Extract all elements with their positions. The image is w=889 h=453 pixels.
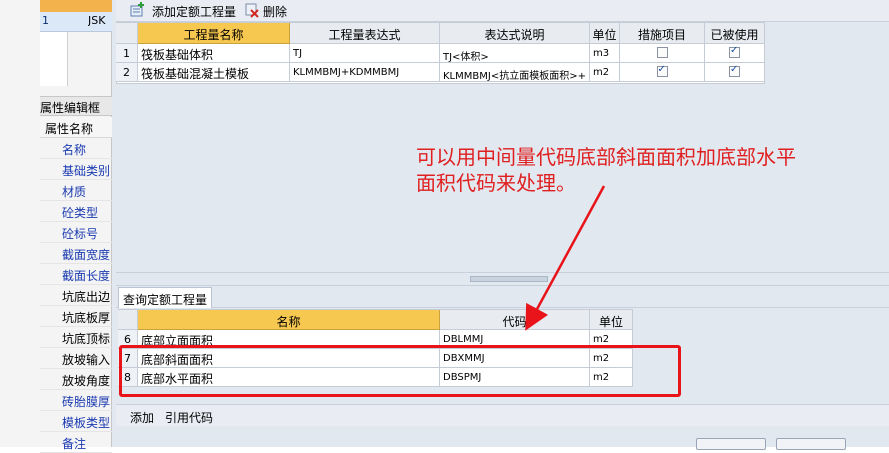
property-item[interactable]: 放坡输入 bbox=[40, 348, 112, 369]
top-grid-cell-measure bbox=[620, 63, 705, 82]
left-grid-row-value[interactable]: JSK bbox=[88, 14, 114, 30]
add-quota-quantity-button[interactable]: 添加定额工程量 bbox=[128, 2, 238, 19]
top-grid-cell-name[interactable]: 筏板基础混凝土模板 bbox=[138, 63, 290, 82]
top-grid-corner bbox=[116, 23, 138, 44]
top-grid-header[interactable]: 表达式说明 bbox=[440, 23, 590, 44]
add-button[interactable]: 添加 bbox=[130, 409, 158, 425]
top-grid-cell-desc[interactable]: KLMMBMJ<抗立面模板面积>+ bbox=[440, 63, 590, 82]
dialog-footer bbox=[116, 426, 889, 447]
property-item[interactable]: 截面宽度 bbox=[40, 243, 112, 264]
top-grid-header[interactable]: 单位 bbox=[590, 23, 620, 44]
top-grid-cell-measure bbox=[620, 44, 705, 63]
property-item[interactable]: 坑底出边 bbox=[40, 285, 112, 306]
delete-button[interactable]: 删除 bbox=[244, 2, 292, 19]
add-quota-label: 添加定额工程量 bbox=[152, 5, 237, 19]
bottom-grid-corner bbox=[118, 310, 138, 330]
top-grid-cell-expr[interactable]: TJ bbox=[290, 44, 440, 63]
properties-panel-title: 属性编辑框 bbox=[40, 96, 112, 116]
annotation-line-1: 可以用中间量代码底部斜面面积加底部水平 bbox=[416, 145, 796, 169]
top-grid-header[interactable]: 工程量名称 bbox=[138, 23, 290, 44]
top-grid-cell-name[interactable]: 筏板基础体积 bbox=[138, 44, 290, 63]
left-grid-header bbox=[40, 0, 112, 12]
top-grid-cell-expr[interactable]: KLMMBMJ+KDMMBMJ bbox=[290, 63, 440, 82]
top-grid-header[interactable]: 已被使用 bbox=[705, 23, 765, 44]
properties-column-header: 属性名称 bbox=[40, 117, 112, 138]
top-grid-cell-used bbox=[705, 63, 765, 82]
delete-label: 删除 bbox=[263, 5, 288, 19]
footer-button-right[interactable] bbox=[776, 438, 846, 450]
bottom-grid-header[interactable]: 名称 bbox=[138, 310, 440, 330]
top-grid-row-number: 1 bbox=[116, 44, 138, 63]
top-grid-row-number: 2 bbox=[116, 63, 138, 82]
annotation-arrow-icon bbox=[525, 185, 606, 331]
property-item[interactable]: 基础类别 bbox=[40, 159, 112, 180]
property-item[interactable]: 名称 bbox=[40, 138, 112, 159]
left-grid-row-number: 1 bbox=[42, 14, 49, 27]
top-grid-cell-unit[interactable]: m3 bbox=[590, 44, 620, 63]
property-item[interactable]: 坑底板厚 bbox=[40, 306, 112, 327]
property-item[interactable]: 材质 bbox=[40, 180, 112, 201]
top-grid-header[interactable]: 措施项目 bbox=[620, 23, 705, 44]
add-quota-icon bbox=[130, 2, 144, 17]
property-item[interactable]: 截面长度 bbox=[40, 264, 112, 285]
property-item[interactable]: 模板类型 bbox=[40, 411, 112, 432]
tab-query-quota-quantity[interactable]: 查询定额工程量 bbox=[118, 287, 212, 308]
top-grid-cell-desc[interactable]: TJ<体积> bbox=[440, 44, 590, 63]
reference-code-button[interactable]: 引用代码 bbox=[165, 409, 220, 425]
footer-button-left[interactable] bbox=[696, 438, 766, 450]
annotation-line-2: 面积代码来处理。 bbox=[416, 171, 576, 195]
used-checkbox[interactable] bbox=[729, 45, 740, 58]
query-toolbar bbox=[116, 404, 889, 426]
property-item[interactable]: 砼标号 bbox=[40, 222, 112, 243]
property-item[interactable]: 坑底顶标 bbox=[40, 327, 112, 348]
used-checkbox[interactable] bbox=[729, 64, 740, 77]
property-item[interactable]: 砖胎膜厚 bbox=[40, 390, 112, 411]
measure-item-checkbox[interactable] bbox=[656, 64, 668, 77]
top-grid-header[interactable]: 工程量表达式 bbox=[290, 23, 440, 44]
measure-item-checkbox[interactable] bbox=[656, 47, 668, 58]
property-item[interactable]: 砼类型 bbox=[40, 201, 112, 222]
delete-icon bbox=[245, 3, 259, 18]
annotation-highlight-box bbox=[119, 345, 681, 397]
top-grid-cell-used bbox=[705, 44, 765, 63]
annotation-note: 可以用中间量代码底部斜面面积加底部水平 面积代码来处理。 bbox=[416, 144, 886, 200]
property-item[interactable]: 备注 bbox=[40, 432, 112, 453]
top-grid-cell-unit[interactable]: m2 bbox=[590, 63, 620, 82]
property-item[interactable]: 放坡角度 bbox=[40, 369, 112, 390]
